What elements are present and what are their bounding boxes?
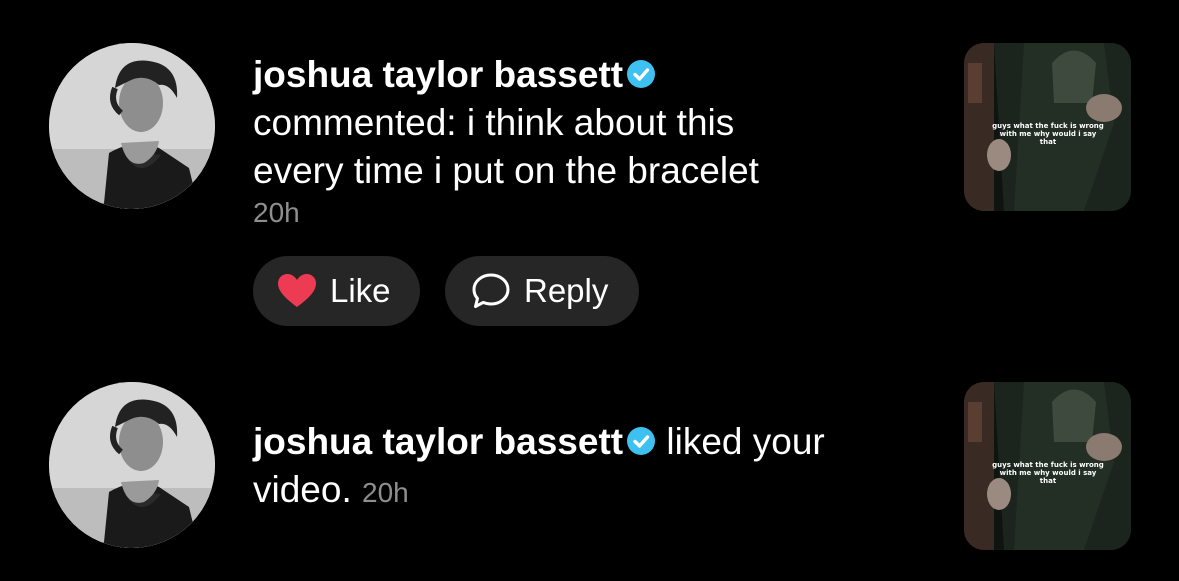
avatar[interactable] [49, 382, 215, 548]
comment-text-line-2: every time i put on the bracelet [253, 150, 759, 191]
timestamp: 20h [253, 197, 300, 228]
avatar[interactable] [49, 43, 215, 209]
comment-text-line-1: commented: i think about this [253, 102, 735, 143]
liked-text: liked your [656, 421, 825, 462]
verified-badge-icon [626, 426, 656, 456]
thumbnail-caption: guys what the fuck is wrong with me why … [992, 122, 1104, 146]
avatar-photo [49, 43, 215, 209]
liked-text-continued: video. [253, 469, 352, 510]
username[interactable]: joshua taylor bassett [253, 54, 623, 95]
like-label: Like [330, 272, 391, 309]
like-button[interactable]: Like [253, 256, 420, 326]
heart-icon [277, 273, 317, 309]
video-thumbnail[interactable]: guys what the fuck is wrong with me why … [964, 382, 1131, 550]
timestamp: 20h [362, 477, 409, 508]
comment-actions: Like Reply [253, 256, 639, 326]
reply-button[interactable]: Reply [445, 256, 639, 326]
avatar-photo [49, 382, 215, 548]
reply-label: Reply [524, 272, 609, 309]
speech-bubble-icon [471, 272, 511, 310]
thumbnail-caption: guys what the fuck is wrong with me why … [992, 461, 1104, 485]
verified-badge-icon [626, 59, 656, 89]
video-thumbnail[interactable]: guys what the fuck is wrong with me why … [964, 43, 1131, 211]
username[interactable]: joshua taylor bassett [253, 421, 623, 462]
